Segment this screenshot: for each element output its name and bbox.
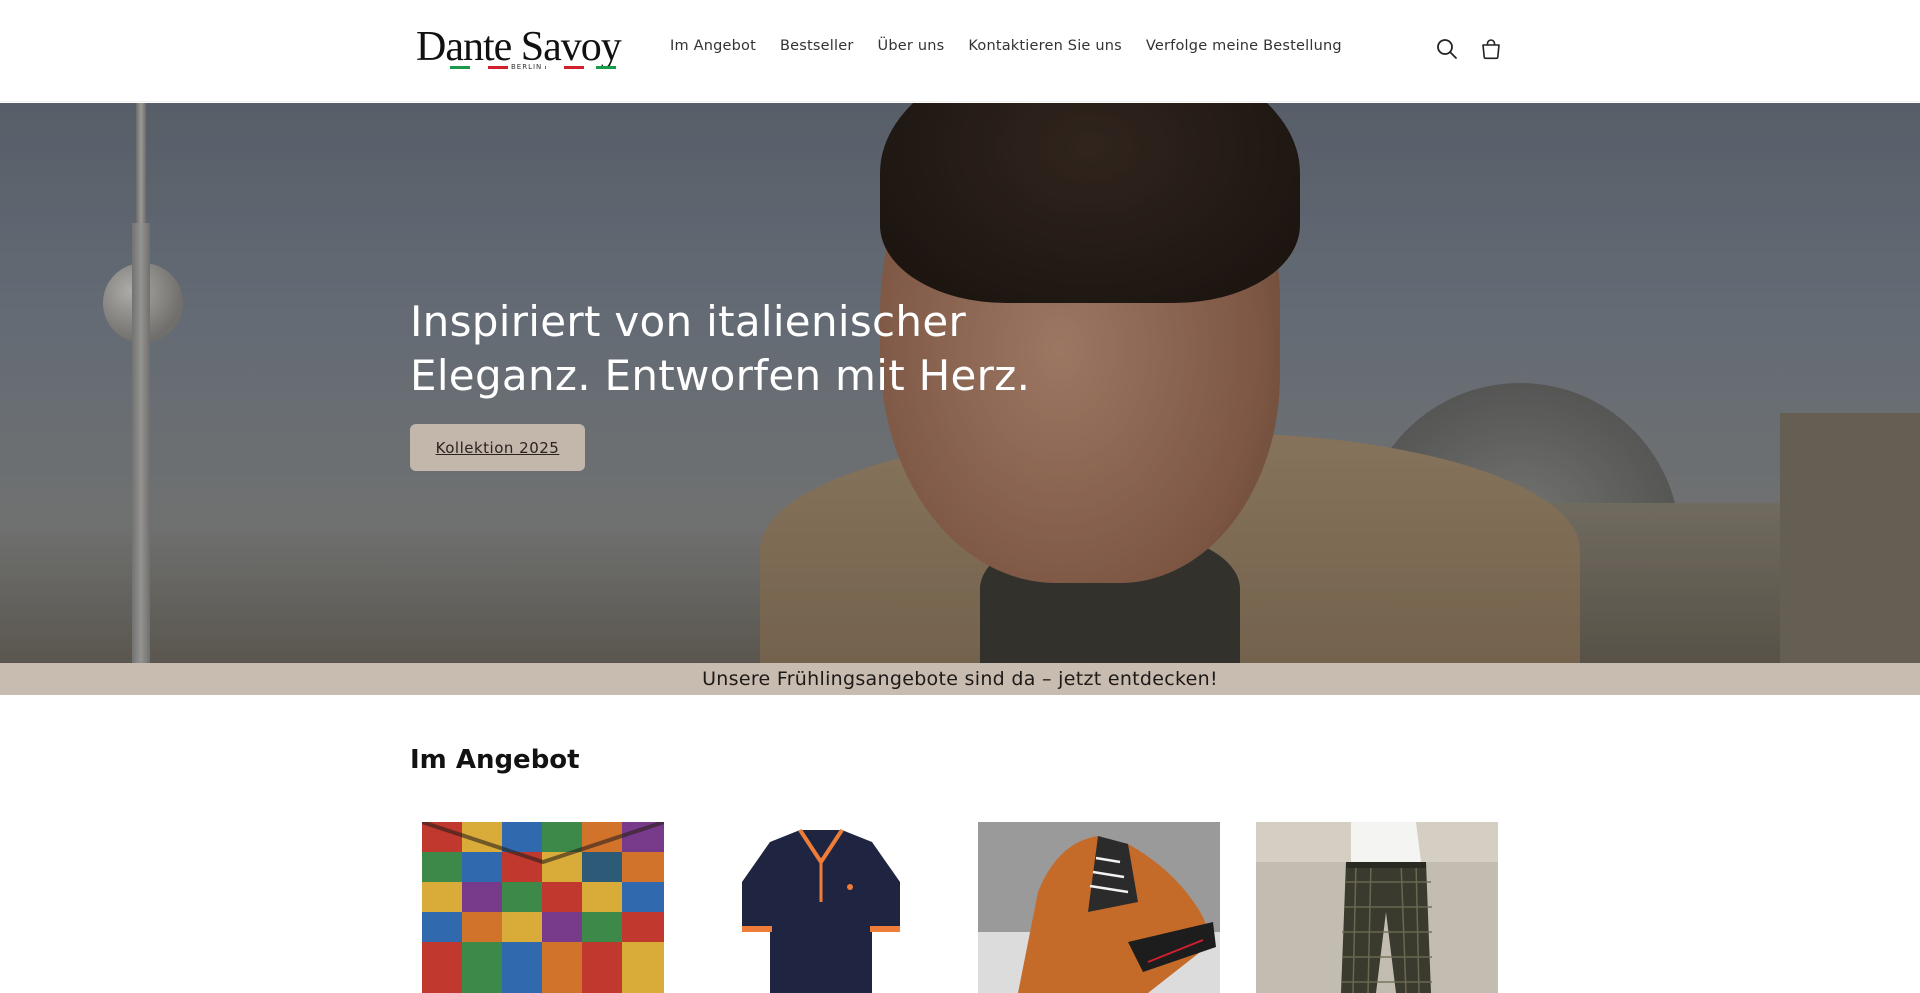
- brand-logo[interactable]: Dante Savoy BERLIN: [416, 22, 626, 78]
- navy-polo-image: [700, 822, 942, 993]
- logo-subtitle: BERLIN: [508, 63, 546, 71]
- cart-icon[interactable]: [1478, 36, 1504, 62]
- nav-im-angebot[interactable]: Im Angebot: [670, 38, 756, 54]
- section-title: Im Angebot: [410, 745, 580, 775]
- plaid-trousers-image: [1256, 822, 1498, 993]
- nav-bestellung-verfolgen[interactable]: Verfolge meine Bestellung: [1146, 38, 1342, 54]
- product-card-trousers[interactable]: [1256, 822, 1498, 993]
- nav-kontakt[interactable]: Kontaktieren Sie uns: [968, 38, 1122, 54]
- product-card-polo[interactable]: [700, 822, 942, 993]
- announcement-bar[interactable]: Unsere Frühlingsangebote sind da – jetzt…: [0, 663, 1920, 695]
- nav-ueber-uns[interactable]: Über uns: [878, 38, 945, 54]
- nav-bestseller[interactable]: Bestseller: [780, 38, 854, 54]
- logo-wordmark: Dante Savoy: [416, 24, 622, 70]
- patchwork-shirt-image: [422, 822, 664, 993]
- collection-button[interactable]: Kollektion 2025: [410, 424, 585, 471]
- brown-sneaker-image: [978, 822, 1220, 993]
- announcement-text: Unsere Frühlingsangebote sind da – jetzt…: [702, 668, 1218, 690]
- product-card-shirt[interactable]: [422, 822, 664, 993]
- search-icon[interactable]: [1434, 36, 1460, 62]
- site-header: Dante Savoy BERLIN Im Angebot Bestseller…: [0, 0, 1920, 102]
- hero-banner: Inspiriert von italienischer Eleganz. En…: [0, 103, 1920, 663]
- main-nav: Im Angebot Bestseller Über uns Kontaktie…: [670, 38, 1366, 54]
- hero-title: Inspiriert von italienischer Eleganz. En…: [410, 297, 1031, 400]
- product-card-sneaker[interactable]: [978, 822, 1220, 993]
